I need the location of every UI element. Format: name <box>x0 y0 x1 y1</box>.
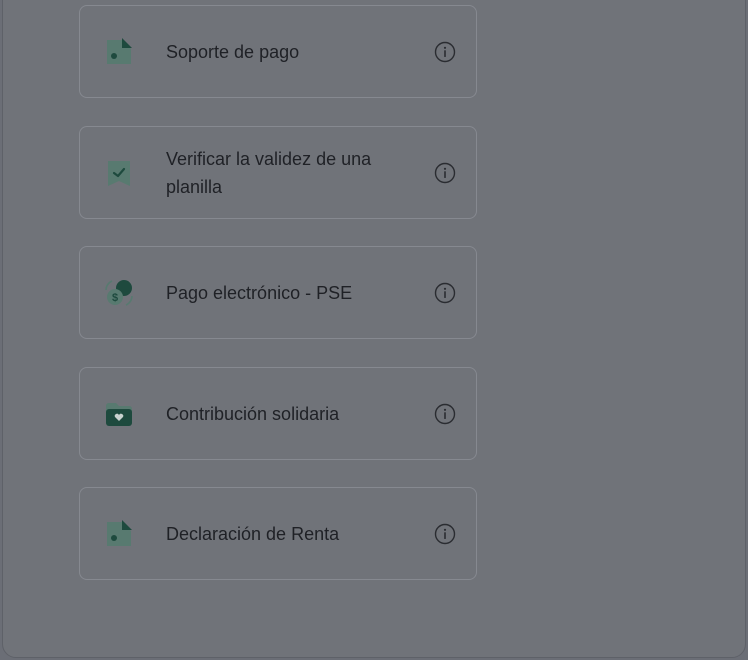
service-label: Verificar la validez de una planilla <box>166 148 372 197</box>
service-card-contribucion-solidaria[interactable]: Contribución solidaria <box>79 367 477 460</box>
service-label: Declaración de Renta <box>166 523 340 544</box>
service-label: Soporte de pago <box>166 41 300 62</box>
info-icon[interactable] <box>434 403 456 425</box>
info-icon[interactable] <box>434 523 456 545</box>
info-icon[interactable] <box>434 282 456 304</box>
currency-exchange-icon: $ <box>105 279 133 306</box>
service-label: Contribución solidaria <box>166 403 340 424</box>
bookmark-check-icon <box>108 160 130 186</box>
folder-heart-icon <box>106 402 132 426</box>
document-icon <box>107 37 132 64</box>
service-card-soporte-de-pago[interactable]: Soporte de pago <box>79 5 477 98</box>
service-card-declaracion-renta[interactable]: Declaración de Renta <box>79 487 477 580</box>
document-icon <box>107 519 132 546</box>
info-icon[interactable] <box>434 162 456 184</box>
service-card-verificar-planilla[interactable]: Verificar la validez de una planilla <box>79 126 477 219</box>
services-panel: Soporte de pago Verificar la validez de … <box>2 0 746 658</box>
svg-text:$: $ <box>112 292 118 304</box>
service-label: Pago electrónico - PSE <box>166 282 353 303</box>
service-card-pago-pse[interactable]: $ Pago electrónico - PSE <box>79 246 477 339</box>
info-icon[interactable] <box>434 41 456 63</box>
